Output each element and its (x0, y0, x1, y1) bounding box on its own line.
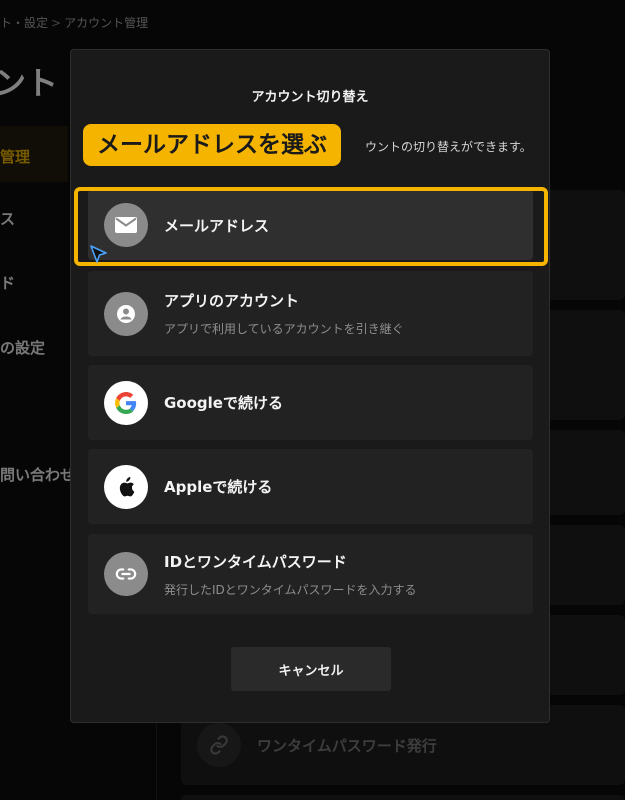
user-icon (104, 291, 148, 336)
cancel-button[interactable]: キャンセル (231, 647, 391, 691)
modal-title: アカウント切り替え (251, 90, 369, 105)
callout-label: メールアドレスを選ぶ (83, 124, 341, 166)
apple-icon (104, 464, 148, 509)
option-label: IDとワンタイムパスワード (164, 552, 347, 571)
option-label: Googleで続ける (164, 394, 283, 412)
option-label: アプリのアカウント (164, 292, 300, 310)
option-id-onetime-password[interactable]: IDとワンタイムパスワード 発行したIDとワンタイムパスワードを入力する (88, 534, 533, 614)
highlight-box (74, 187, 548, 266)
option-label: Appleで続ける (164, 478, 273, 496)
option-apple[interactable]: Appleで続ける (88, 449, 533, 524)
option-google[interactable]: Googleで続ける (88, 365, 533, 440)
link-icon (104, 552, 148, 596)
mouse-cursor-icon (89, 244, 109, 270)
option-description: アプリで利用しているアカウントを引き継ぐ (164, 322, 404, 336)
modal-description-text: ウントの切り替えができます。 (365, 140, 532, 154)
option-description: 発行したIDとワンタイムパスワードを入力する (164, 582, 417, 597)
google-icon (104, 380, 148, 425)
option-app-account[interactable]: アプリのアカウント アプリで利用しているアカウントを引き継ぐ (88, 271, 533, 356)
